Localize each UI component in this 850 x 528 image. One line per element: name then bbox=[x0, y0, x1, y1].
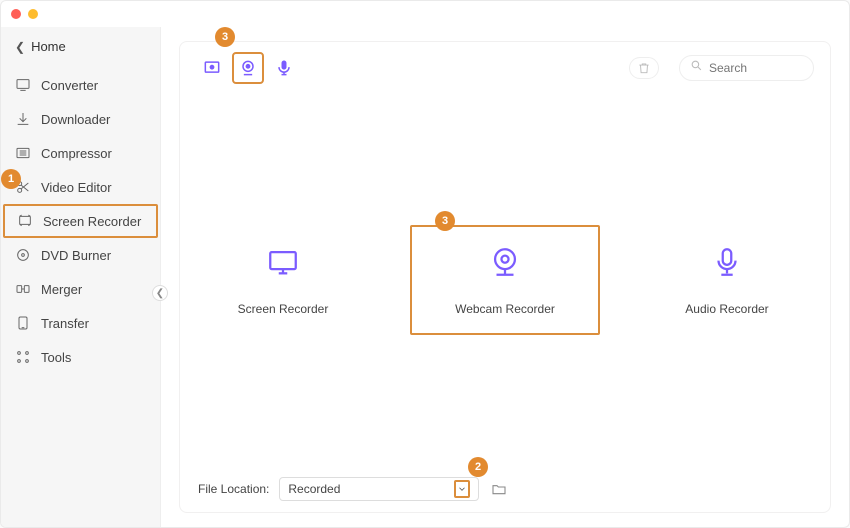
sidebar-item-label: Compressor bbox=[41, 146, 112, 161]
dvd-burner-icon bbox=[15, 247, 31, 263]
mode-audio-button[interactable] bbox=[268, 52, 300, 84]
screen-recorder-icon bbox=[17, 213, 33, 229]
card-webcam-recorder[interactable]: Webcam Recorder bbox=[410, 225, 600, 335]
mode-icons bbox=[196, 52, 300, 84]
mode-webcam-button[interactable] bbox=[232, 52, 264, 84]
compressor-icon bbox=[15, 145, 31, 161]
callout-1: 1 bbox=[1, 169, 21, 189]
sidebar-item-dvd-burner[interactable]: DVD Burner bbox=[1, 238, 160, 272]
sidebar-item-label: Tools bbox=[41, 350, 71, 365]
file-location-select-wrap: Recorded bbox=[279, 477, 479, 501]
callout-2: 2 bbox=[468, 457, 488, 477]
transfer-icon bbox=[15, 315, 31, 331]
sidebar-item-converter[interactable]: Converter bbox=[1, 68, 160, 102]
sidebar-item-label: Transfer bbox=[41, 316, 89, 331]
sidebar-item-screen-recorder[interactable]: Screen Recorder bbox=[3, 204, 158, 238]
card-label: Screen Recorder bbox=[238, 302, 329, 316]
footer: File Location: Recorded bbox=[180, 466, 830, 512]
app-body: ❮ Home Converter Downloader bbox=[1, 27, 849, 527]
card-label: Webcam Recorder bbox=[455, 302, 555, 316]
search-input[interactable] bbox=[709, 61, 799, 75]
callout-3-toolbar: 3 bbox=[215, 27, 235, 47]
close-window-icon[interactable] bbox=[11, 9, 21, 19]
select-caret[interactable] bbox=[454, 480, 470, 498]
sidebar-item-label: DVD Burner bbox=[41, 248, 111, 263]
sidebar-item-merger[interactable]: Merger bbox=[1, 272, 160, 306]
downloader-icon bbox=[15, 111, 31, 127]
webcam-recorder-card-icon bbox=[488, 245, 522, 284]
merger-icon bbox=[15, 281, 31, 297]
recorder-cards: Screen Recorder Webcam Recorder Audio Re… bbox=[180, 94, 830, 466]
trash-button[interactable] bbox=[629, 57, 659, 79]
app-window: 1 3 3 2 ❮ Home Convert bbox=[0, 0, 850, 528]
card-label: Audio Recorder bbox=[685, 302, 768, 316]
file-location-select[interactable]: Recorded bbox=[279, 477, 479, 501]
content-panel: Screen Recorder Webcam Recorder Audio Re… bbox=[179, 41, 831, 513]
sidebar-item-transfer[interactable]: Transfer bbox=[1, 306, 160, 340]
window-controls[interactable] bbox=[11, 9, 38, 19]
card-screen-recorder[interactable]: Screen Recorder bbox=[188, 225, 378, 335]
home-label: Home bbox=[31, 39, 66, 54]
main-pane: Screen Recorder Webcam Recorder Audio Re… bbox=[161, 27, 849, 527]
card-audio-recorder[interactable]: Audio Recorder bbox=[632, 225, 822, 335]
titlebar bbox=[1, 1, 849, 27]
open-folder-button[interactable] bbox=[489, 479, 509, 499]
chevron-left-icon: ❮ bbox=[15, 40, 25, 54]
sidebar-item-downloader[interactable]: Downloader bbox=[1, 102, 160, 136]
sidebar-item-label: Merger bbox=[41, 282, 82, 297]
converter-icon bbox=[15, 77, 31, 93]
file-location-value: Recorded bbox=[288, 482, 340, 496]
sidebar-item-video-editor[interactable]: Video Editor bbox=[1, 170, 160, 204]
sidebar-item-label: Converter bbox=[41, 78, 98, 93]
mode-screen-button[interactable] bbox=[196, 52, 228, 84]
sidebar-item-label: Screen Recorder bbox=[43, 214, 141, 229]
minimize-window-icon[interactable] bbox=[28, 9, 38, 19]
search-icon bbox=[690, 59, 703, 77]
screen-recorder-card-icon bbox=[266, 245, 300, 284]
tools-icon bbox=[15, 349, 31, 365]
home-back-button[interactable]: ❮ Home bbox=[1, 27, 160, 68]
sidebar-item-compressor[interactable]: Compressor bbox=[1, 136, 160, 170]
toolbar bbox=[180, 42, 830, 94]
search-box[interactable] bbox=[679, 55, 814, 81]
audio-recorder-card-icon bbox=[710, 245, 744, 284]
sidebar-item-label: Video Editor bbox=[41, 180, 112, 195]
sidebar-item-tools[interactable]: Tools bbox=[1, 340, 160, 374]
sidebar-nav: Converter Downloader Compressor bbox=[1, 68, 160, 374]
file-location-label: File Location: bbox=[198, 482, 269, 496]
sidebar: ❮ Home Converter Downloader bbox=[1, 27, 161, 527]
callout-3-card: 3 bbox=[435, 211, 455, 231]
sidebar-item-label: Downloader bbox=[41, 112, 110, 127]
